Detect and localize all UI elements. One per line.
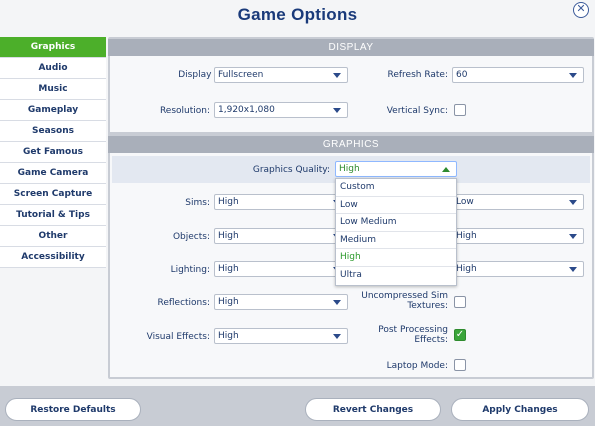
menu-item-ultra[interactable]: Ultra: [336, 267, 456, 285]
uncompressed-textures-checkbox[interactable]: [454, 296, 466, 308]
lighting-label: Lighting:: [170, 265, 210, 275]
chevron-down-icon: [569, 200, 577, 205]
objects-label: Objects:: [172, 232, 210, 242]
menu-item-low[interactable]: Low: [336, 197, 456, 214]
revert-changes-button[interactable]: Revert Changes: [305, 398, 441, 421]
resolution-label: Resolution:: [159, 106, 210, 116]
right-dropdown-2[interactable]: High: [452, 228, 584, 244]
restore-defaults-button[interactable]: Restore Defaults: [5, 398, 141, 421]
visual-effects-value: High: [218, 331, 239, 341]
objects-dropdown[interactable]: High: [214, 228, 348, 244]
reflections-label: Reflections:: [157, 298, 210, 308]
page-title: Game Options: [237, 5, 358, 24]
reflections-dropdown[interactable]: High: [214, 294, 348, 310]
reflections-value: High: [218, 297, 239, 307]
sidebar-item-gameplay[interactable]: Gameplay: [0, 100, 106, 121]
sidebar-item-audio[interactable]: Audio: [0, 58, 106, 79]
uncompressed-label-line-1: Uncompressed Sim: [361, 291, 448, 301]
vsync-label: Vertical Sync:: [386, 106, 448, 116]
visual-effects-dropdown[interactable]: High: [214, 328, 348, 344]
post-processing-label-line-1: Post Processing: [378, 325, 448, 335]
sims-value: High: [218, 197, 239, 207]
checkmark-icon: ✓: [455, 329, 465, 340]
chevron-up-icon: [442, 167, 450, 172]
display-type-value: Fullscreen: [218, 70, 264, 80]
menu-item-high[interactable]: High: [336, 249, 456, 267]
graphics-quality-menu: Custom Low Low Medium Medium High Ultra: [335, 178, 457, 286]
sidebar-item-get-famous[interactable]: Get Famous: [0, 142, 106, 163]
apply-changes-button[interactable]: Apply Changes: [451, 398, 589, 421]
sims-label: Sims:: [185, 198, 210, 208]
lighting-dropdown[interactable]: High: [214, 261, 348, 277]
display-header-label: Display: [328, 42, 374, 53]
display-header: Display: [108, 39, 594, 56]
sidebar-item-screen-capture[interactable]: Screen Capture: [0, 184, 106, 205]
chevron-down-icon: [333, 73, 341, 78]
uncompressed-label-line-2: Textures:: [407, 301, 448, 311]
chevron-down-icon: [569, 234, 577, 239]
graphics-header-label: Graphics: [322, 139, 380, 150]
sidebar-item-graphics[interactable]: Graphics: [0, 37, 106, 58]
post-processing-checkbox[interactable]: ✓: [454, 329, 466, 341]
graphics-quality-label: Graphics Quality:: [252, 165, 330, 175]
sidebar-item-other[interactable]: Other: [0, 226, 106, 247]
right-dropdown-1-value: Low: [456, 197, 474, 207]
sidebar-item-accessibility[interactable]: Accessibility: [0, 247, 106, 268]
refresh-rate-dropdown[interactable]: 60: [452, 67, 584, 83]
menu-item-low-medium[interactable]: Low Medium: [336, 214, 456, 232]
laptop-mode-label: Laptop Mode:: [386, 361, 448, 371]
refresh-rate-value: 60: [456, 70, 468, 80]
right-dropdown-3[interactable]: High: [452, 261, 584, 277]
right-dropdown-2-value: High: [456, 231, 477, 241]
post-processing-label-line-2: Effects:: [414, 335, 448, 345]
footer-bar: Restore Defaults Revert Changes Apply Ch…: [0, 386, 595, 426]
resolution-value: 1,920x1,080: [218, 105, 275, 115]
vsync-checkbox[interactable]: [454, 104, 466, 116]
sidebar: Graphics Audio Music Gameplay Seasons Ge…: [0, 37, 106, 268]
right-dropdown-1[interactable]: Low: [452, 194, 584, 210]
visual-effects-label: Visual Effects:: [146, 332, 210, 342]
chevron-down-icon: [569, 73, 577, 78]
right-dropdown-3-value: High: [456, 264, 477, 274]
refresh-rate-label: Refresh Rate:: [387, 70, 448, 80]
menu-item-custom[interactable]: Custom: [336, 179, 456, 197]
sims-dropdown[interactable]: High: [214, 194, 348, 210]
display-type-dropdown[interactable]: Fullscreen: [214, 67, 348, 83]
sidebar-item-game-camera[interactable]: Game Camera: [0, 163, 106, 184]
chevron-down-icon: [333, 108, 341, 113]
graphics-quality-value: High: [339, 164, 360, 174]
objects-value: High: [218, 231, 239, 241]
menu-item-medium[interactable]: Medium: [336, 232, 456, 249]
resolution-dropdown[interactable]: 1,920x1,080: [214, 102, 348, 118]
post-processing-label: Post Processing Effects:: [340, 325, 448, 345]
display-section: Display Type: Fullscreen Refresh Rate: 6…: [110, 56, 592, 132]
graphics-quality-dropdown[interactable]: High: [335, 161, 457, 177]
laptop-mode-checkbox[interactable]: [454, 359, 466, 371]
sidebar-item-music[interactable]: Music: [0, 79, 106, 100]
sidebar-item-tutorial-tips[interactable]: Tutorial & Tips: [0, 205, 106, 226]
sidebar-item-seasons[interactable]: Seasons: [0, 121, 106, 142]
lighting-value: High: [218, 264, 239, 274]
close-icon[interactable]: ✕: [573, 2, 589, 18]
graphics-header: Graphics: [108, 136, 594, 153]
chevron-down-icon: [569, 267, 577, 272]
uncompressed-textures-label: Uncompressed Sim Textures:: [340, 291, 448, 311]
